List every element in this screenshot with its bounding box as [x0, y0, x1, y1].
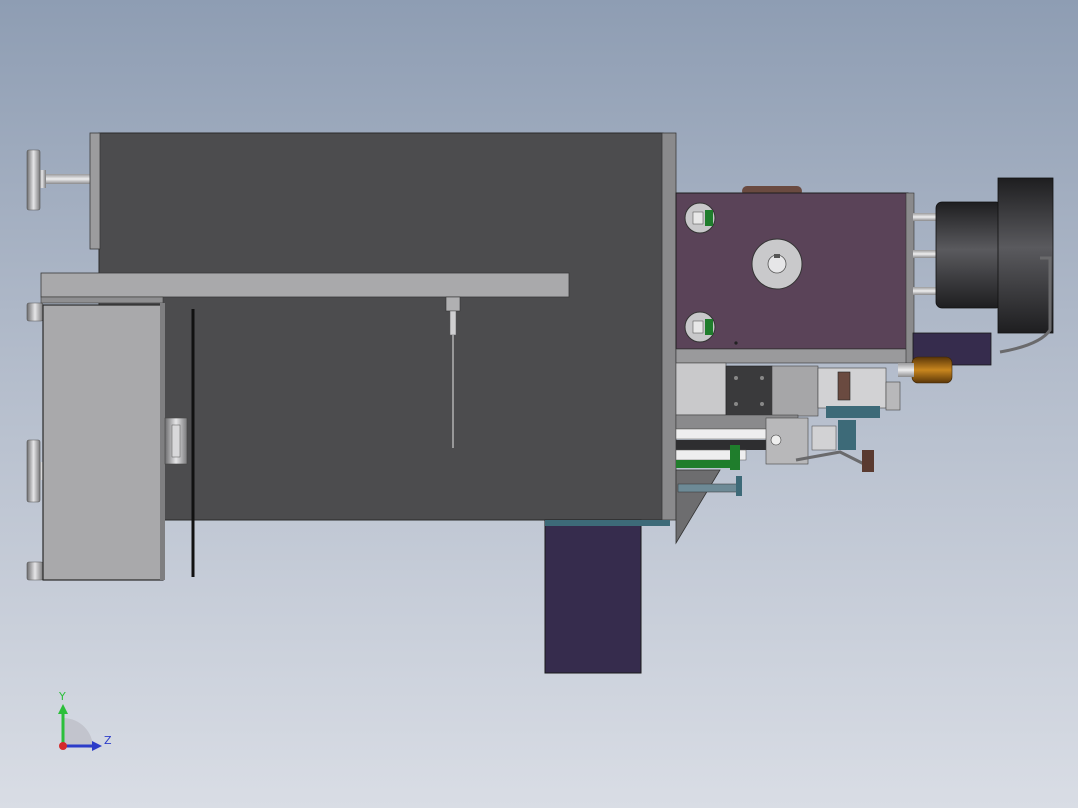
housing-right-flange: [661, 132, 677, 521]
guide-rail: [40, 272, 570, 298]
shaft-coupling: [164, 417, 188, 465]
port-bottom: [684, 311, 716, 343]
coordinate-triad: Y Z: [58, 690, 112, 751]
side-bolt-top: [26, 302, 44, 322]
center-spindle: [751, 238, 803, 290]
y-axis-label: Y: [58, 690, 66, 703]
angled-bracket: [675, 469, 721, 545]
port-top: [684, 202, 716, 234]
top-adjust-knob[interactable]: [26, 149, 92, 211]
brass-connector: [911, 356, 953, 384]
side-panel: [42, 304, 164, 581]
z-axis-label: Z: [104, 734, 112, 747]
cad-viewport[interactable]: Y Z: [0, 0, 1078, 808]
lower-mount-block: [544, 519, 642, 674]
side-bolt-bottom: [26, 561, 44, 581]
drive-motor: [913, 177, 1054, 354]
housing-left-flange: [89, 132, 101, 250]
